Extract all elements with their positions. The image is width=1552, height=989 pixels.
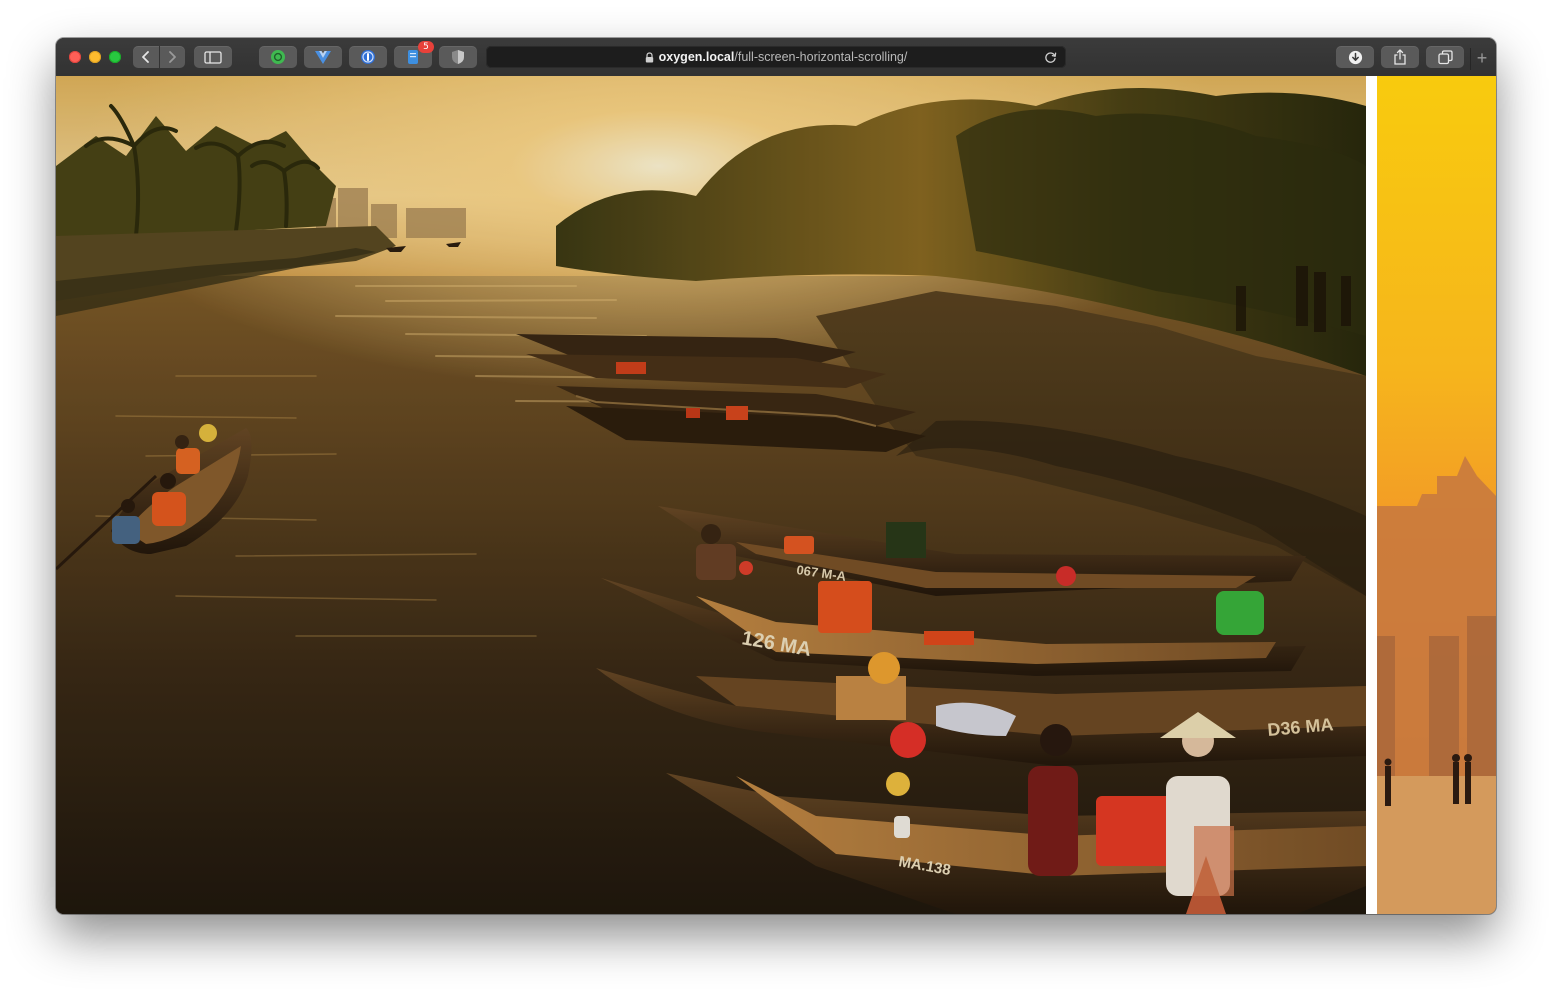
page-content[interactable]: 067 M-A 126 MA D36 MA MA.138 [56,76,1496,914]
fullscreen-window-button[interactable] [109,51,121,63]
reload-icon [1044,51,1056,63]
url-host: oxygen.local [658,50,735,64]
sidebar-icon [204,50,222,64]
new-tab-icon: + [1476,48,1488,68]
tab-overview-button[interactable] [1426,46,1464,68]
back-button[interactable] [133,46,159,68]
sidebar-toggle-button[interactable] [194,46,232,68]
close-window-button[interactable] [69,51,81,63]
shield-extension-icon [452,50,464,64]
lock-icon [645,51,654,63]
url-path: /full-screen-horizontal-scrolling/ [734,50,908,64]
extension-button-3[interactable] [349,46,387,68]
history-navigation [133,46,185,68]
extension-button-2[interactable] [304,46,342,68]
vue-devtools-icon [315,51,331,64]
extension-button-1[interactable] [259,46,297,68]
river-boats-photo: 067 M-A 126 MA D36 MA MA.138 [56,76,1366,914]
extension-button-5[interactable] [439,46,477,68]
back-icon [141,51,149,63]
share-icon [1394,49,1406,65]
address-bar[interactable]: oxygen.local/full-screen-horizontal-scro… [486,46,1066,68]
1password-icon [361,50,375,64]
skyline-photo-panel [1377,76,1496,914]
notification-badge: 5 [418,41,434,53]
tabs-overview-icon [1437,49,1453,64]
new-tab-button[interactable]: + [1470,48,1493,70]
forward-button[interactable] [160,46,186,68]
extension-button-4[interactable]: 5 [394,41,434,68]
browser-window: 5 oxygen.local/full-screen-horizontal-sc… [56,38,1496,914]
downloads-button[interactable] [1336,46,1374,68]
browser-toolbar: 5 oxygen.local/full-screen-horizontal-sc… [56,38,1496,77]
panel-divider [1366,76,1377,914]
forward-icon [169,51,177,63]
green-circle-extension-icon [271,50,285,64]
download-icon [1348,50,1362,64]
reload-button[interactable] [1042,49,1058,65]
minimize-window-button[interactable] [89,51,101,63]
notes-extension-icon [408,50,418,64]
share-button[interactable] [1381,46,1419,68]
